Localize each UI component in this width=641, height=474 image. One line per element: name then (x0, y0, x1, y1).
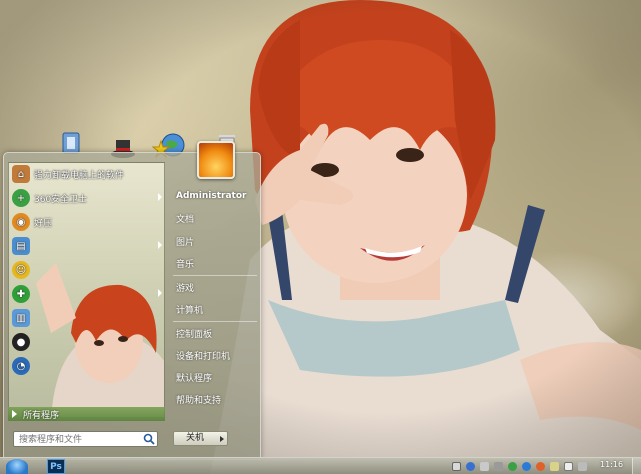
program-item[interactable]: ⌂ 强力卸载电脑上的软件 (9, 163, 164, 185)
computer-item[interactable]: 计算机 (173, 301, 257, 317)
all-programs-label: 所有程序 (23, 410, 60, 421)
program-item[interactable]: ☺ (9, 259, 164, 281)
programs-list: ⌂ 强力卸载电脑上的软件 + 360安全卫士 ◉ 好压 ▤ ☺ ✚ ▥ ● ◔ (8, 162, 165, 418)
keyboard-icon[interactable] (452, 462, 461, 471)
flag-icon[interactable] (578, 462, 587, 471)
program-item[interactable]: ▥ (9, 307, 164, 329)
submenu-arrow-icon (158, 193, 162, 201)
program-item[interactable]: ✚ (9, 283, 164, 305)
show-desktop-button[interactable] (632, 458, 641, 474)
shutdown-options-button[interactable] (216, 431, 228, 446)
start-menu: ⌂ 强力卸载电脑上的软件 + 360安全卫士 ◉ 好压 ▤ ☺ ✚ ▥ ● ◔ … (3, 141, 261, 460)
control-panel-item[interactable]: 控制面板 (173, 325, 257, 341)
user-picture[interactable] (197, 141, 235, 179)
submenu-arrow-icon (158, 289, 162, 297)
program-label: 360安全卫士 (34, 194, 88, 205)
shutdown-button[interactable]: 关机 (173, 431, 217, 446)
network-icon[interactable] (522, 462, 531, 471)
program-label: 好压 (34, 218, 53, 229)
uninstaller-icon: ⌂ (12, 165, 30, 183)
devices-printers-item[interactable]: 设备和打印机 (173, 347, 257, 363)
file-icon: ▥ (12, 309, 30, 327)
speedometer-icon: ◔ (12, 357, 30, 375)
360-safe-icon: + (12, 189, 30, 207)
all-programs-button[interactable]: 所有程序 (8, 407, 165, 421)
chevron-right-icon (219, 435, 224, 442)
program-item[interactable]: ◔ (9, 355, 164, 377)
notification-icon[interactable] (536, 462, 545, 471)
search-icon[interactable] (141, 432, 157, 446)
program-item[interactable]: ▤ (9, 235, 164, 257)
chat-icon: ☺ (12, 261, 30, 279)
user-name-item[interactable]: Administrator (173, 188, 257, 204)
documents-item[interactable]: 文档 (173, 210, 257, 226)
help-support-item[interactable]: 帮助和支持 (173, 391, 257, 407)
compress-icon: ◉ (12, 213, 30, 231)
separator (173, 275, 257, 276)
security-icon[interactable] (508, 462, 517, 471)
search-input[interactable] (13, 431, 158, 447)
arrow-icon[interactable] (480, 462, 489, 471)
pictures-item[interactable]: 图片 (173, 233, 257, 249)
qq-penguin-icon: ● (12, 333, 30, 351)
program-item[interactable]: + 360安全卫士 (9, 187, 164, 209)
program-label: 强力卸载电脑上的软件 (34, 170, 125, 181)
submenu-arrow-icon (158, 241, 162, 249)
default-programs-item[interactable]: 默认程序 (173, 369, 257, 385)
photoshop-taskbar-button[interactable]: Ps (47, 459, 65, 474)
volume-icon[interactable] (494, 462, 503, 471)
speaker-icon[interactable] (564, 462, 573, 471)
games-item[interactable]: 游戏 (173, 279, 257, 295)
arrow-right-icon (12, 410, 17, 418)
clock[interactable]: 11:16 (600, 460, 623, 469)
program-item[interactable]: ◉ 好压 (9, 211, 164, 233)
help-icon[interactable] (466, 462, 475, 471)
browser-icon: ✚ (12, 285, 30, 303)
battery-icon[interactable] (550, 462, 559, 471)
program-item[interactable]: ● (9, 331, 164, 353)
music-item[interactable]: 音乐 (173, 255, 257, 271)
separator (173, 321, 257, 322)
book-icon: ▤ (12, 237, 30, 255)
start-button[interactable] (6, 459, 28, 474)
